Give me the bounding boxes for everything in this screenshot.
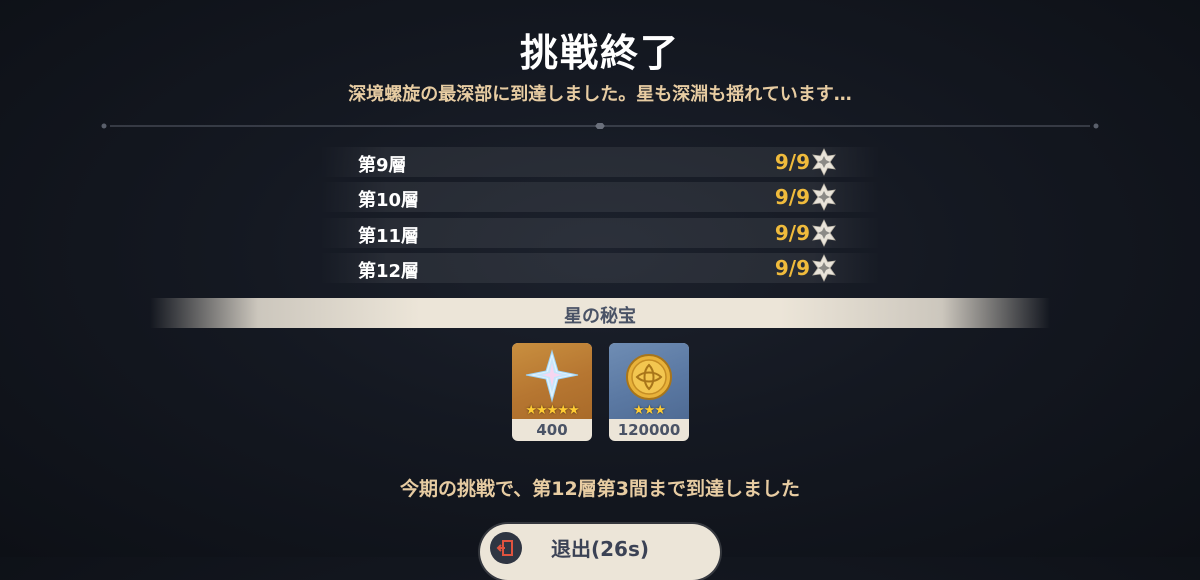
ornamental-divider: [100, 123, 1100, 129]
rarity-stars: ★★★★★: [525, 403, 579, 418]
reward-art: ★★★★★: [512, 343, 592, 419]
exit-button[interactable]: 退出(26s): [480, 524, 720, 580]
floor-name: 第9層: [358, 155, 407, 176]
floor-row-11: 第11層 9/9: [320, 218, 880, 248]
abyss-star-icon: [810, 219, 838, 247]
abyss-star-icon: [810, 254, 838, 282]
reward-banner: 星の秘宝: [150, 298, 1050, 328]
reward-item-primogem[interactable]: ★★★★★ 400: [512, 343, 592, 441]
page-title: 挑戦終了: [519, 31, 680, 75]
reward-art: ★★★: [609, 343, 689, 419]
reward-banner-label: 星の秘宝: [564, 306, 636, 327]
result-text: 今期の挑戦で、第12層第3間まで到達しました: [400, 478, 800, 500]
rarity-stars: ★★★: [633, 403, 666, 418]
abyss-star-icon: [810, 183, 838, 211]
reward-count: 400: [536, 421, 568, 439]
floor-star-count: 9/9: [774, 185, 810, 209]
page-subtitle: 深境螺旋の最深部に到達しました。星も深淵も揺れています…: [348, 84, 852, 105]
floor-star-count: 9/9: [774, 150, 810, 174]
reward-item-mora[interactable]: ★★★ 120000: [609, 343, 689, 441]
floor-name: 第12層: [358, 261, 420, 282]
abyss-star-icon: [810, 148, 838, 176]
floor-star-count: 9/9: [774, 256, 810, 280]
floor-name: 第11層: [358, 226, 420, 247]
exit-button-label: 退出(26s): [550, 537, 650, 561]
floor-row-10: 第10層 9/9: [320, 182, 880, 212]
floor-row-12: 第12層 9/9: [320, 253, 880, 283]
floor-row-9: 第9層 9/9: [320, 147, 880, 177]
floor-name: 第10層: [358, 190, 420, 211]
floor-star-count: 9/9: [774, 221, 810, 245]
reward-count: 120000: [617, 421, 681, 439]
